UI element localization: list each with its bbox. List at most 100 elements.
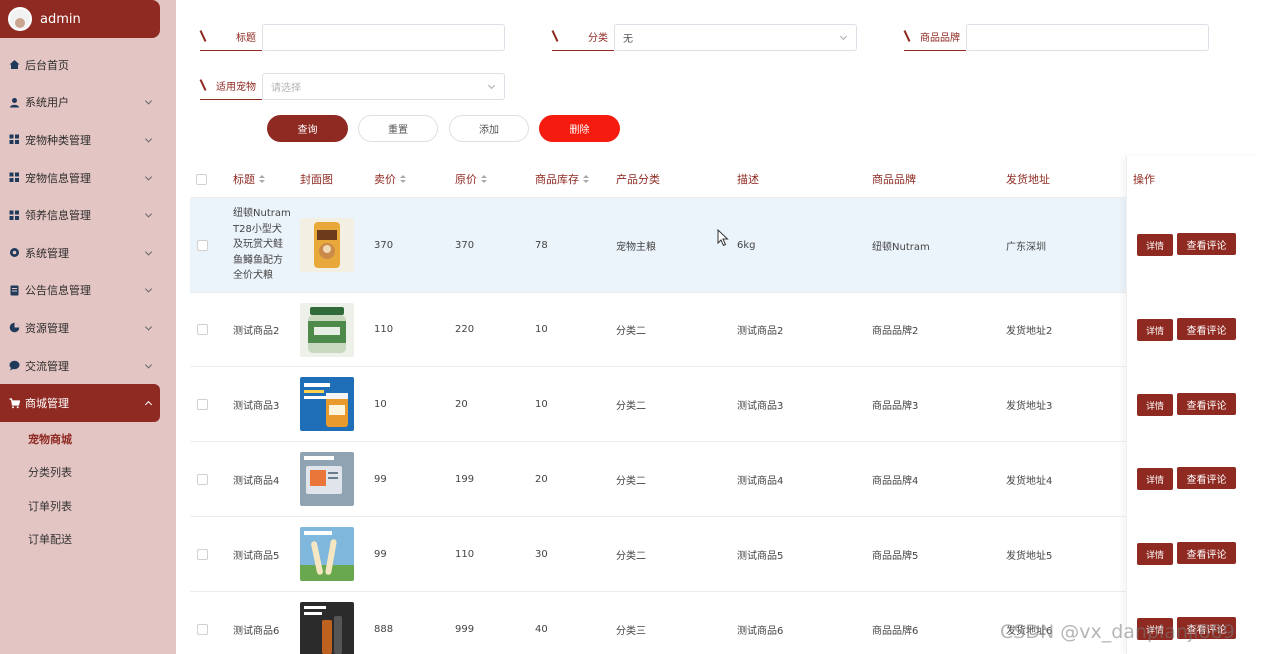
pen-icon [903, 30, 911, 42]
sidebar-item-home[interactable]: 后台首页 [0, 46, 176, 84]
row-category: 分类二 [616, 326, 646, 337]
sidebar-item-label: 系统管理 [25, 246, 69, 260]
sidebar-item-system[interactable]: 系统管理 [0, 234, 176, 272]
row-brand: 商品品牌3 [872, 400, 919, 412]
row-description: 测试商品3 [737, 400, 784, 412]
sidebar-item-communication[interactable]: 交流管理 [0, 347, 176, 385]
pet-select[interactable]: 请选择 [262, 72, 505, 100]
header-price[interactable]: 卖价 [374, 160, 406, 198]
grid-icon [9, 134, 20, 145]
sidebar-item-pet-types[interactable]: 宠物种类管理 [0, 121, 176, 159]
document-icon [9, 285, 20, 296]
chevron-down-icon [487, 81, 496, 89]
header-title[interactable]: 标题 [233, 160, 265, 198]
chevron-down-icon [144, 361, 153, 369]
view-reviews-button[interactable]: 查看评论 [1177, 318, 1236, 340]
row-description: 测试商品5 [737, 550, 784, 562]
table-row[interactable]: 测试商品5 99 110 30 分类二 测试商品5 商品品牌5 发货地址5 [190, 517, 1262, 592]
row-checkbox[interactable] [197, 367, 208, 441]
row-checkbox[interactable] [197, 442, 208, 516]
detail-button[interactable]: 详情 [1137, 543, 1173, 565]
row-brand: 商品品牌5 [872, 550, 919, 562]
home-icon [9, 59, 20, 70]
row-category: 宠物主粮 [616, 241, 656, 253]
sidebar-item-shop[interactable]: 商城管理 [0, 384, 160, 422]
query-button[interactable]: 查询 [267, 115, 348, 142]
detail-button[interactable]: 详情 [1137, 234, 1173, 256]
view-reviews-button[interactable]: 查看评论 [1177, 467, 1236, 489]
sidebar-item-adoption[interactable]: 领养信息管理 [0, 196, 176, 234]
title-input[interactable] [262, 23, 505, 51]
row-address: 发货地址5 [1006, 550, 1053, 562]
chevron-down-icon [839, 32, 848, 40]
sort-icon [481, 174, 487, 184]
submenu-item-order-list[interactable]: 订单列表 [0, 489, 176, 523]
chevron-up-icon [144, 401, 153, 409]
sidebar-item-label: 公告信息管理 [25, 284, 91, 298]
header-stock[interactable]: 商品库存 [535, 160, 589, 198]
row-price: 99 [374, 473, 387, 485]
sidebar-item-resources[interactable]: 资源管理 [0, 309, 176, 347]
sidebar-item-label: 领养信息管理 [25, 209, 91, 223]
table-row[interactable]: 测试商品3 10 20 10 分类二 测试商品3 商品品牌3 发货地址3 [190, 367, 1262, 442]
submenu-item-pet-shop[interactable]: 宠物商城 [0, 422, 176, 456]
product-image [300, 442, 354, 516]
row-original-price: 110 [455, 548, 475, 560]
sort-icon [583, 174, 589, 184]
mouse-cursor-icon [717, 229, 729, 247]
row-checkbox[interactable] [197, 517, 208, 591]
add-button[interactable]: 添加 [449, 115, 529, 142]
row-brand: 商品品牌2 [872, 326, 919, 337]
category-filter: 分类 无 [551, 23, 857, 51]
select-all-checkbox[interactable] [196, 160, 207, 198]
row-checkbox[interactable] [197, 293, 208, 366]
row-brand: 商品品牌4 [872, 475, 919, 487]
chevron-down-icon [144, 173, 153, 181]
brand-input[interactable] [966, 23, 1209, 51]
submenu-item-category-list[interactable]: 分类列表 [0, 455, 176, 489]
user-name: admin [40, 11, 81, 27]
view-reviews-button[interactable]: 查看评论 [1177, 542, 1236, 564]
row-title: 测试商品6 [233, 625, 280, 637]
detail-button[interactable]: 详情 [1137, 394, 1173, 416]
category-select[interactable]: 无 [614, 23, 857, 51]
row-price: 10 [374, 398, 387, 410]
sidebar-item-label: 后台首页 [25, 58, 69, 72]
sidebar: admin 后台首页 系统用户 宠物种类管理 宠物信息管理 领养信息管理 系统管… [0, 0, 176, 654]
submenu-item-order-delivery[interactable]: 订单配送 [0, 522, 176, 556]
sidebar-item-notices[interactable]: 公告信息管理 [0, 272, 176, 310]
row-stock: 30 [535, 548, 548, 560]
header-original-price[interactable]: 原价 [455, 160, 487, 198]
row-price: 370 [374, 239, 394, 251]
row-stock: 78 [535, 239, 548, 251]
delete-button[interactable]: 删除 [539, 115, 620, 142]
row-address: 发货地址2 [1006, 326, 1053, 337]
detail-button[interactable]: 详情 [1137, 468, 1173, 490]
sidebar-item-label: 系统用户 [25, 96, 69, 110]
view-reviews-button[interactable]: 查看评论 [1177, 233, 1236, 255]
user-profile[interactable]: admin [0, 0, 160, 38]
sidebar-item-pet-info[interactable]: 宠物信息管理 [0, 159, 176, 197]
row-stock: 40 [535, 623, 548, 635]
view-reviews-button[interactable]: 查看评论 [1177, 393, 1236, 415]
title-filter-label: 标题 [199, 23, 262, 51]
row-checkbox[interactable] [197, 592, 208, 654]
product-image [300, 198, 354, 292]
header-description: 描述 [737, 173, 759, 186]
pen-icon [199, 79, 207, 91]
row-checkbox[interactable] [197, 198, 208, 292]
row-brand: 纽顿Nutram [872, 241, 930, 253]
row-price: 99 [374, 548, 387, 560]
sidebar-item-system-users[interactable]: 系统用户 [0, 84, 176, 122]
grid-icon [9, 172, 20, 183]
table-row[interactable]: 测试商品4 99 199 20 分类二 测试商品4 商品品牌4 发货地址4 [190, 442, 1262, 517]
chevron-down-icon [144, 135, 153, 143]
reset-button[interactable]: 重置 [358, 115, 438, 142]
row-brand: 商品品牌6 [872, 625, 919, 637]
header-cover: 封面图 [300, 173, 333, 186]
row-title: 测试商品4 [233, 475, 280, 487]
table-row[interactable]: 测试商品2 110 220 10 分类二 测试商品2 商品品牌2 发货地址2 [190, 293, 1262, 367]
detail-button[interactable]: 详情 [1137, 319, 1173, 341]
row-category: 分类三 [616, 625, 646, 637]
pen-icon [199, 30, 207, 42]
